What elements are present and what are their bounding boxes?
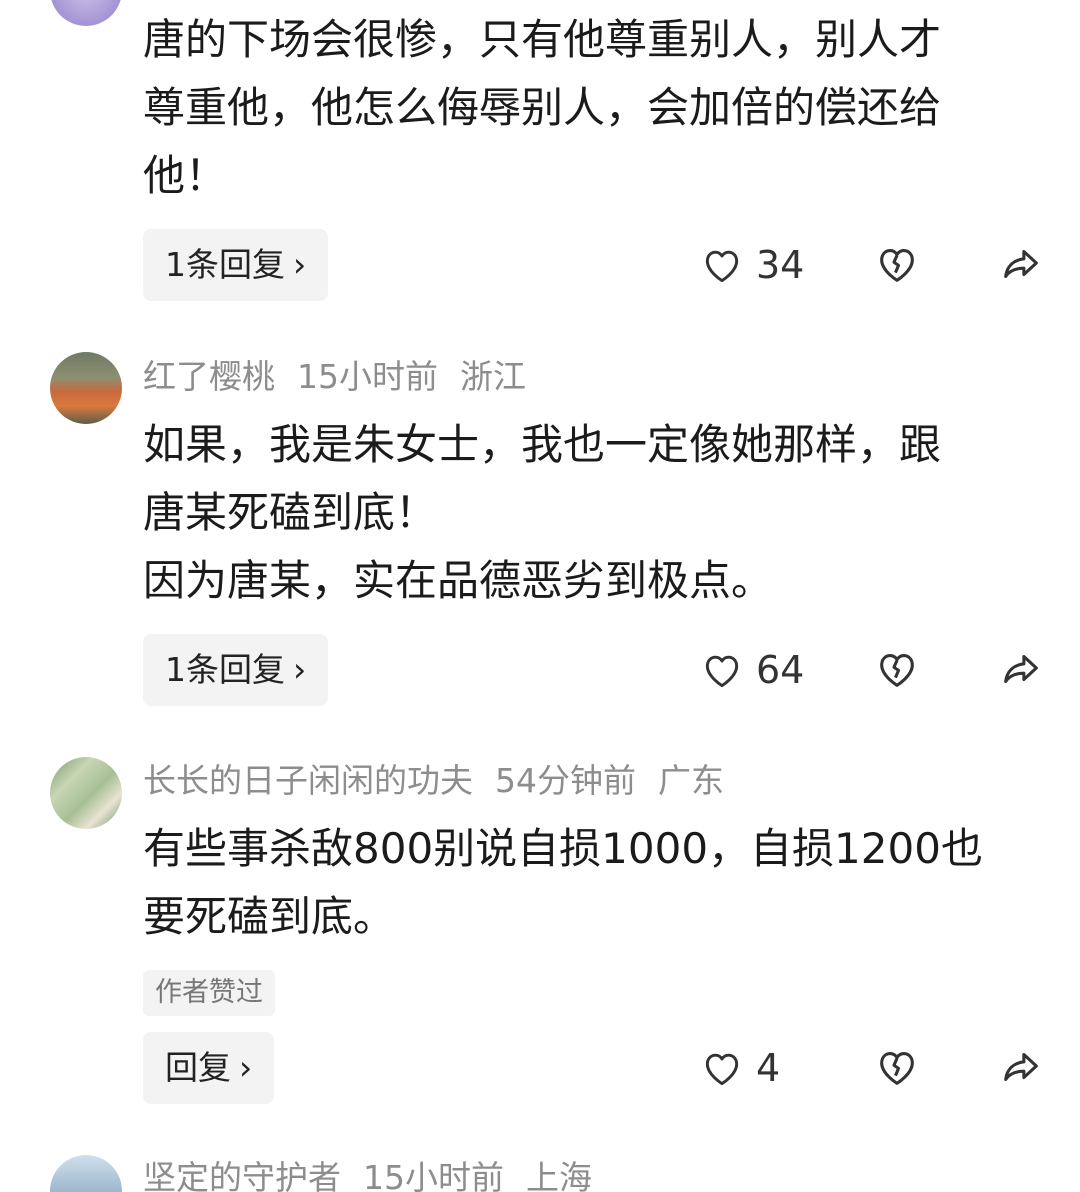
comment-line: 他！ [143, 151, 228, 200]
reply-button-label: 1条回复 [165, 650, 285, 689]
comment-text: 如果，我是朱女士，我也一定像她那样，跟 唐某死磕到底！ 因为唐某，实在品德恶劣到… [143, 411, 1033, 615]
comment-line: 唐某死磕到底！ [143, 488, 438, 537]
comment-actions: 4 [700, 1032, 1050, 1104]
avatar[interactable] [50, 757, 122, 829]
comment-line: 唐的下场会很惨，只有他尊重别人，别人才 [143, 15, 942, 64]
broken-heart-icon[interactable] [874, 646, 920, 692]
comment-line: 有些事杀敌800别说自损1000，自损1200也 [143, 824, 983, 873]
username[interactable]: 长长的日子闲闲的功夫 [143, 761, 473, 800]
view-replies-button[interactable]: 1条回复 › [143, 634, 329, 706]
chevron-right-icon: › [293, 245, 307, 284]
comment-meta: 坚定的守护者 15小时前 上海 [143, 1158, 614, 1192]
chevron-right-icon: › [293, 650, 307, 689]
share-arrow-icon[interactable] [998, 646, 1044, 692]
avatar[interactable] [50, 0, 122, 26]
author-liked-badge: 作者赞过 [143, 970, 275, 1016]
location: 上海 [526, 1158, 592, 1192]
share-arrow-icon[interactable] [998, 1044, 1044, 1090]
comment-line: 因为唐某，实在品德恶劣到极点。 [143, 556, 774, 605]
username[interactable]: 红了樱桃 [143, 357, 275, 396]
reply-button-label: 回复 [165, 1048, 231, 1087]
comment-meta: 红了樱桃 15小时前 浙江 [143, 357, 548, 397]
view-replies-button[interactable]: 1条回复 › [143, 229, 329, 301]
comment-text: 唐的下场会很惨，只有他尊重别人，别人才 尊重他，他怎么侮辱别人，会加倍的偿还给 … [143, 6, 1033, 210]
timestamp: 54分钟前 [495, 761, 636, 800]
broken-heart-icon[interactable] [874, 1044, 920, 1090]
share-arrow-icon[interactable] [998, 241, 1044, 287]
comment-line: 要死磕到底。 [143, 892, 396, 941]
comment-line: 如果，我是朱女士，我也一定像她那样，跟 [143, 420, 942, 469]
chevron-right-icon: › [239, 1048, 253, 1087]
comment-actions: 34 [700, 229, 1050, 301]
like-button[interactable]: 4 [700, 1042, 780, 1094]
like-button[interactable]: 34 [700, 239, 804, 291]
comment-line: 尊重他，他怎么侮辱别人，会加倍的偿还给 [143, 83, 942, 132]
like-count: 4 [756, 1046, 781, 1090]
like-button[interactable]: 64 [700, 644, 804, 696]
comment-meta: 长长的日子闲闲的功夫 54分钟前 广东 [143, 761, 746, 801]
reply-button-label: 1条回复 [165, 245, 285, 284]
broken-heart-icon[interactable] [874, 241, 920, 287]
heart-outline-icon [705, 250, 739, 283]
like-count: 64 [756, 648, 805, 692]
heart-outline-icon [705, 655, 739, 688]
reply-button[interactable]: 回复 › [143, 1032, 275, 1104]
location: 广东 [658, 761, 724, 800]
location: 浙江 [460, 357, 526, 396]
heart-outline-icon [705, 1053, 739, 1086]
like-count: 34 [756, 243, 805, 287]
avatar[interactable] [50, 352, 122, 424]
timestamp: 15小时前 [297, 357, 438, 396]
avatar[interactable] [50, 1155, 122, 1192]
comment-text: 有些事杀敌800别说自损1000，自损1200也 要死磕到底。 [143, 815, 1033, 951]
timestamp: 15小时前 [363, 1158, 504, 1192]
username[interactable]: 坚定的守护者 [143, 1158, 341, 1192]
comment-actions: 64 [700, 634, 1050, 706]
